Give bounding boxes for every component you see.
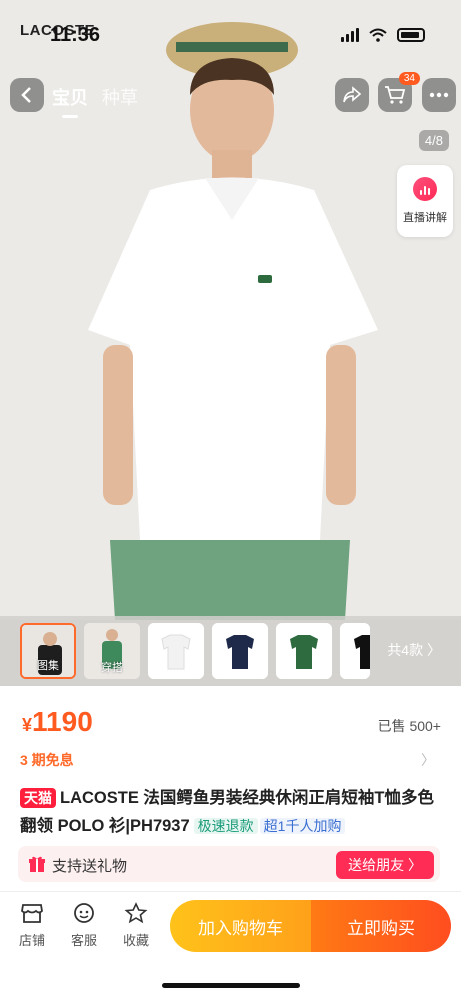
more-icon xyxy=(429,92,449,98)
live-explain-button[interactable]: 直播讲解 xyxy=(397,165,453,237)
share-icon xyxy=(343,86,362,103)
thumb-image xyxy=(212,623,268,679)
status-icons xyxy=(341,28,425,42)
favorite-button[interactable]: 收藏 xyxy=(114,902,158,949)
styles-count-link[interactable]: 共4款 〉 xyxy=(387,640,441,660)
buy-now-button[interactable]: 立即购买 xyxy=(311,900,451,952)
wifi-icon xyxy=(369,28,387,42)
store-icon xyxy=(21,904,43,923)
thumbnail-green[interactable] xyxy=(276,623,332,679)
favorite-label: 收藏 xyxy=(122,933,149,948)
thumb-label: 图集 xyxy=(37,660,59,672)
customer-service-button[interactable]: 客服 xyxy=(62,902,106,949)
service-label: 客服 xyxy=(70,933,97,948)
thumb-image xyxy=(340,623,370,679)
price-currency: ¥ xyxy=(22,715,33,735)
star-icon xyxy=(124,902,148,924)
chat-face-icon xyxy=(74,903,94,923)
top-tabs: 宝贝 种草 xyxy=(52,84,138,118)
thumbnail-album[interactable]: 图集 xyxy=(20,623,76,679)
send-to-friend-button[interactable]: 送给朋友 〉 xyxy=(336,851,434,879)
back-button[interactable] xyxy=(10,78,44,112)
status-bar: LACOSTE 11:36 xyxy=(0,0,461,60)
share-button[interactable] xyxy=(335,78,369,112)
gift-bar: 支持送礼物 送给朋友 〉 xyxy=(18,846,440,882)
price: ¥1190 xyxy=(22,706,93,738)
thumb-image xyxy=(148,623,204,679)
cart-count-badge: 34 xyxy=(398,72,420,85)
cart-button[interactable]: 34 xyxy=(378,72,420,112)
product-gallery[interactable]: LACOSTE 11:36 宝贝 种草 34 4/8 直播讲解 xyxy=(0,0,461,686)
product-title: 天猫 LACOSTE 法国鳄鱼男装经典休闲正肩短袖T恤多色翻领 POLO 衫|PH… xyxy=(20,784,443,840)
home-indicator xyxy=(162,983,300,988)
store-button[interactable]: 店铺 xyxy=(10,902,54,949)
thumbnail-outfit[interactable]: 穿搭 xyxy=(84,623,140,679)
thumbnail-navy[interactable] xyxy=(212,623,268,679)
chevron-left-icon xyxy=(21,87,31,103)
price-amount: 1190 xyxy=(32,706,93,737)
top-nav: 宝贝 种草 34 xyxy=(10,72,456,118)
signal-icon xyxy=(341,28,359,42)
chevron-right-icon[interactable]: 〉 xyxy=(421,750,435,770)
installment-offer[interactable]: 3 期免息 xyxy=(20,750,74,770)
gift-icon xyxy=(29,856,45,872)
tmall-badge: 天猫 xyxy=(20,788,56,808)
store-label: 店铺 xyxy=(18,933,45,948)
thumb-image xyxy=(276,623,332,679)
thumb-label: 穿搭 xyxy=(101,662,123,674)
page-indicator: 4/8 xyxy=(418,130,449,151)
more-button[interactable] xyxy=(422,78,456,112)
live-label: 直播讲解 xyxy=(403,212,447,224)
cart-icon xyxy=(385,86,406,104)
product-info: ¥1190 已售 500+ 3 期免息 〉 天猫 LACOSTE 法国鳄鱼男装经典… xyxy=(0,686,461,891)
add-to-cart-button[interactable]: 加入购物车 xyxy=(170,900,311,952)
thumbnail-black[interactable] xyxy=(340,623,370,679)
tab-inspiration[interactable]: 种草 xyxy=(102,84,138,110)
buyers-tag: 超1千人加购 xyxy=(259,818,346,834)
live-icon xyxy=(413,177,437,201)
tab-product[interactable]: 宝贝 xyxy=(52,84,88,118)
thumbnail-white[interactable] xyxy=(148,623,204,679)
fast-refund-tag: 极速退款 xyxy=(193,818,258,834)
bottom-action-bar: 店铺 客服 收藏 加入购物车 立即购买 xyxy=(0,891,461,961)
sold-count: 已售 500+ xyxy=(377,718,441,734)
gift-text: 支持送礼物 xyxy=(52,858,128,875)
status-time: 11:36 xyxy=(50,24,101,46)
battery-icon xyxy=(397,28,425,42)
